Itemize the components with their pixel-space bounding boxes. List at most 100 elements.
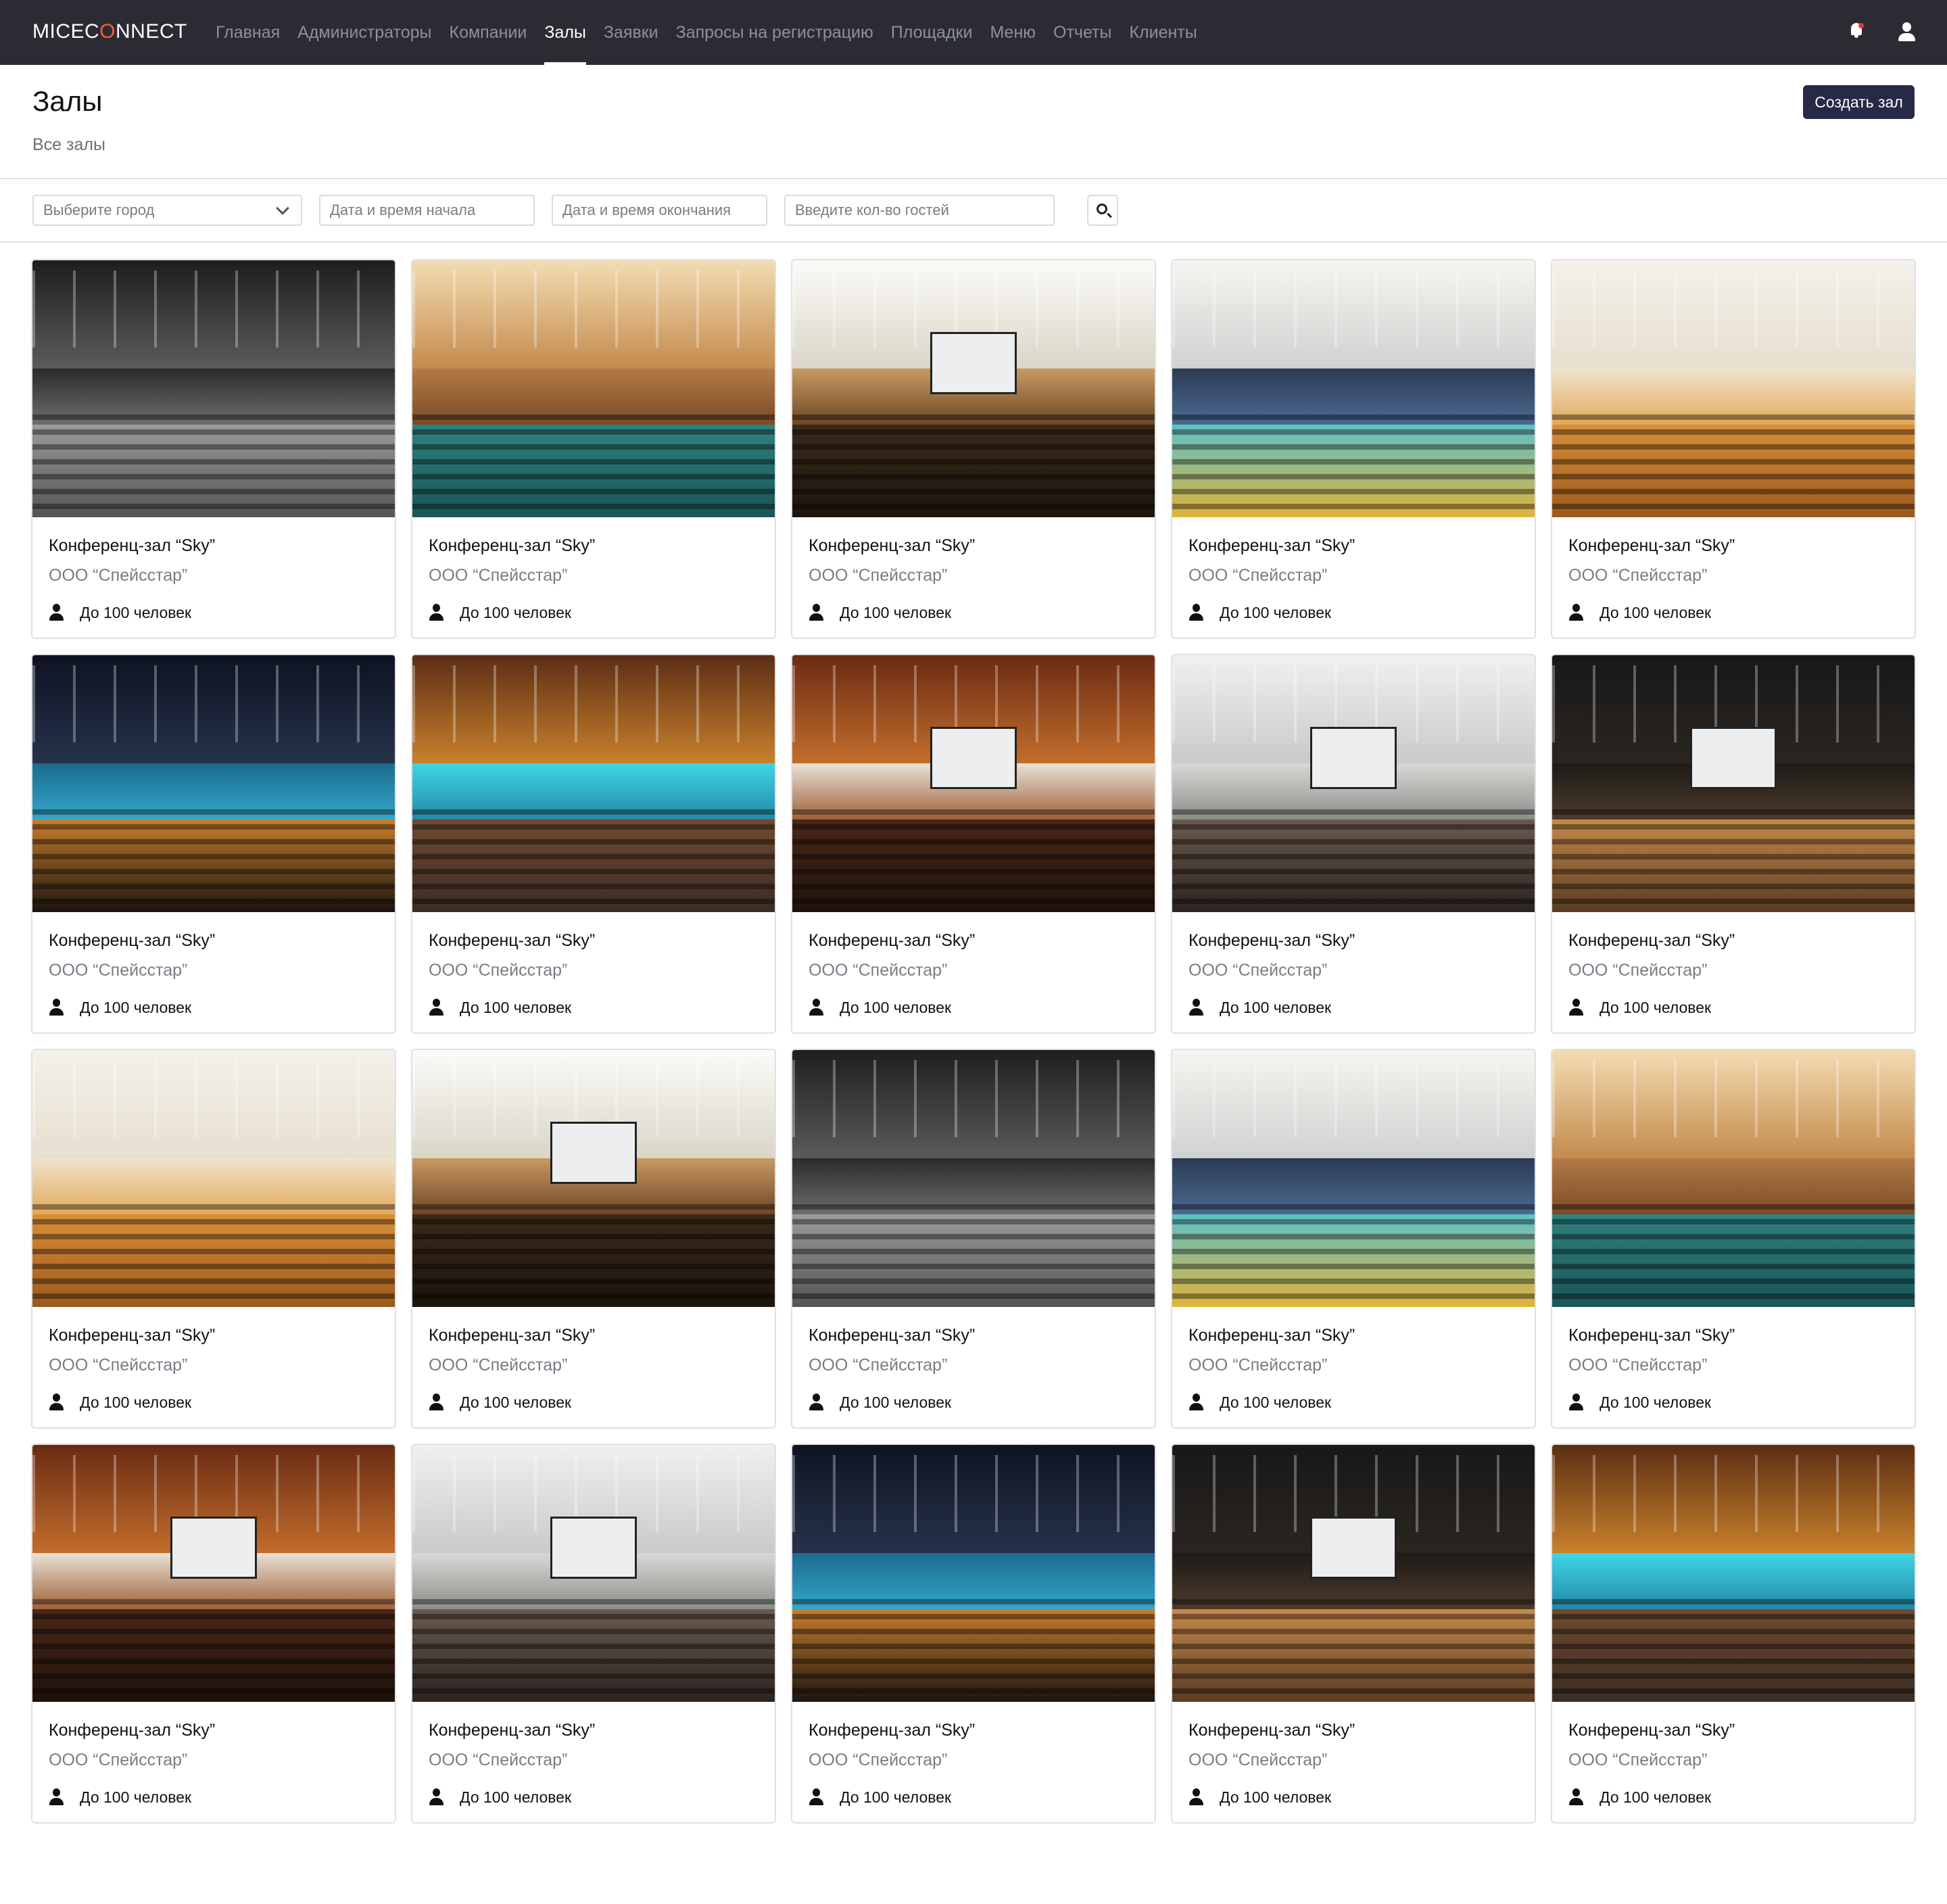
hall-capacity-text: До 100 человек: [1600, 603, 1712, 621]
hall-title: Конференц-зал “Sky”: [49, 931, 216, 950]
header-divider: [0, 178, 1947, 179]
search-button[interactable]: [1087, 195, 1118, 226]
hall-capacity: До 100 человек: [1568, 602, 1711, 623]
search-icon: [1097, 204, 1107, 214]
nav-item[interactable]: Администраторы: [289, 0, 440, 65]
hall-company: ООО “Спейсстар”: [1568, 566, 1708, 585]
user-icon[interactable]: [1896, 20, 1917, 45]
hall-card[interactable]: Конференц-зал “Sky” ООО “Спейсстар” До 100…: [411, 259, 776, 639]
hall-card[interactable]: Конференц-зал “Sky” ООО “Спейсстар” До 100…: [31, 654, 396, 1034]
hall-company: ООО “Спейсстар”: [1568, 1356, 1708, 1375]
nav-item[interactable]: Компании: [441, 0, 536, 65]
start-datetime-field[interactable]: [319, 195, 535, 226]
hall-title: Конференц-зал “Sky”: [429, 1326, 596, 1345]
hall-company: ООО “Спейсстар”: [1568, 1751, 1708, 1769]
hall-photo: [32, 1050, 395, 1307]
hall-card[interactable]: Конференц-зал “Sky” ООО “Спейсстар” До 100…: [1171, 1049, 1536, 1429]
hall-capacity-text: До 100 человек: [460, 1393, 572, 1411]
hall-card[interactable]: Конференц-зал “Sky” ООО “Спейсстар” До 100…: [31, 1049, 396, 1429]
hall-title: Конференц-зал “Sky”: [809, 931, 976, 950]
hall-capacity: До 100 человек: [809, 1392, 951, 1412]
hall-card[interactable]: Конференц-зал “Sky” ООО “Спейсстар” До 100…: [31, 259, 396, 639]
hall-capacity: До 100 человек: [1188, 602, 1331, 623]
hall-capacity-text: До 100 человек: [80, 1393, 192, 1411]
app-logo[interactable]: MICECONNECT: [32, 20, 187, 43]
hall-card[interactable]: Конференц-зал “Sky” ООО “Спейсстар” До 100…: [1171, 259, 1536, 639]
hall-company: ООО “Спейсстар”: [429, 566, 568, 585]
nav-item[interactable]: Клиенты: [1120, 0, 1205, 65]
hall-photo: [1552, 655, 1915, 912]
page-title: Залы: [32, 85, 103, 117]
hall-card[interactable]: Конференц-зал “Sky” ООО “Спейсстар” До 100…: [1171, 654, 1536, 1034]
top-navbar: MICECONNECT Главная Администраторы Компани…: [0, 0, 1947, 65]
hall-title: Конференц-зал “Sky”: [809, 536, 976, 555]
nav-item[interactable]: Заявки: [595, 0, 667, 65]
guests-input[interactable]: [795, 196, 1053, 224]
hall-company: ООО “Спейсстар”: [49, 566, 188, 585]
bell-icon[interactable]: [1846, 20, 1867, 45]
hall-card[interactable]: Конференц-зал “Sky” ООО “Спейсстар” До 100…: [31, 1444, 396, 1824]
hall-title: Конференц-зал “Sky”: [429, 536, 596, 555]
end-datetime-field[interactable]: [552, 195, 767, 226]
nav-item[interactable]: Залы: [535, 0, 595, 65]
hall-company: ООО “Спейсстар”: [49, 1751, 188, 1769]
hall-photo: [412, 1050, 775, 1307]
hall-photo: [1172, 1050, 1535, 1307]
hall-card[interactable]: Конференц-зал “Sky” ООО “Спейсстар” До 100…: [791, 1049, 1156, 1429]
nav-item[interactable]: Меню: [981, 0, 1044, 65]
hall-capacity: До 100 человек: [1568, 1392, 1711, 1412]
create-hall-button[interactable]: Создать зал: [1803, 85, 1915, 119]
person-icon: [1188, 1788, 1205, 1806]
hall-card[interactable]: Конференц-зал “Sky” ООО “Спейсстар” До 100…: [411, 1049, 776, 1429]
hall-capacity-text: До 100 человек: [80, 998, 192, 1016]
hall-title: Конференц-зал “Sky”: [1568, 1721, 1735, 1740]
hall-card[interactable]: Конференц-зал “Sky” ООО “Спейсстар” До 100…: [791, 259, 1156, 639]
hall-card[interactable]: Конференц-зал “Sky” ООО “Спейсстар” До 100…: [411, 1444, 776, 1824]
hall-card[interactable]: Конференц-зал “Sky” ООО “Спейсстар” До 100…: [1551, 1049, 1916, 1429]
hall-title: Конференц-зал “Sky”: [1188, 1721, 1355, 1740]
hall-card[interactable]: Конференц-зал “Sky” ООО “Спейсстар” До 100…: [1551, 654, 1916, 1034]
hall-company: ООО “Спейсстар”: [809, 961, 948, 980]
hall-capacity: До 100 человек: [429, 602, 571, 623]
person-icon: [809, 999, 825, 1016]
hall-photo: [412, 1445, 775, 1702]
nav-item[interactable]: Главная: [207, 0, 289, 65]
hall-photo: [1552, 260, 1915, 517]
person-icon: [809, 1788, 825, 1806]
hall-capacity-text: До 100 человек: [460, 1788, 572, 1806]
guests-field[interactable]: [784, 195, 1055, 226]
hall-company: ООО “Спейсстар”: [1188, 961, 1328, 980]
hall-capacity-text: До 100 человек: [1220, 603, 1332, 621]
hall-title: Конференц-зал “Sky”: [49, 1326, 216, 1345]
hall-company: ООО “Спейсстар”: [49, 1356, 188, 1375]
person-icon: [809, 604, 825, 621]
hall-photo: [792, 260, 1155, 517]
hall-capacity-text: До 100 человек: [1220, 1393, 1332, 1411]
hall-card[interactable]: Конференц-зал “Sky” ООО “Спейсстар” До 100…: [1551, 1444, 1916, 1824]
hall-capacity: До 100 человек: [1188, 997, 1331, 1018]
hall-photo: [792, 1445, 1155, 1702]
hall-title: Конференц-зал “Sky”: [809, 1721, 976, 1740]
hall-capacity: До 100 человек: [49, 1392, 191, 1412]
nav-item[interactable]: Запросы на регистрацию: [667, 0, 882, 65]
hall-capacity-text: До 100 человек: [80, 603, 192, 621]
hall-capacity: До 100 человек: [49, 602, 191, 623]
person-icon: [1568, 1394, 1585, 1411]
nav-item[interactable]: Площадки: [882, 0, 982, 65]
hall-capacity-text: До 100 человек: [840, 603, 952, 621]
page-subtitle: Все залы: [32, 135, 105, 154]
hall-card[interactable]: Конференц-зал “Sky” ООО “Спейсстар” До 100…: [411, 654, 776, 1034]
end-datetime-input[interactable]: [562, 196, 766, 224]
start-datetime-input[interactable]: [330, 196, 533, 224]
person-icon: [429, 1788, 445, 1806]
hall-card[interactable]: Конференц-зал “Sky” ООО “Спейсстар” До 100…: [1551, 259, 1916, 639]
person-icon: [1188, 604, 1205, 621]
hall-card[interactable]: Конференц-зал “Sky” ООО “Спейсстар” До 100…: [1171, 1444, 1536, 1824]
hall-card[interactable]: Конференц-зал “Sky” ООО “Спейсстар” До 100…: [791, 1444, 1156, 1824]
hall-card[interactable]: Конференц-зал “Sky” ООО “Спейсстар” До 100…: [791, 654, 1156, 1034]
hall-photo: [1172, 260, 1535, 517]
nav-item[interactable]: Отчеты: [1044, 0, 1120, 65]
hall-capacity: До 100 человек: [1188, 1787, 1331, 1807]
hall-photo: [792, 655, 1155, 912]
city-select[interactable]: Выберите город: [32, 195, 302, 226]
